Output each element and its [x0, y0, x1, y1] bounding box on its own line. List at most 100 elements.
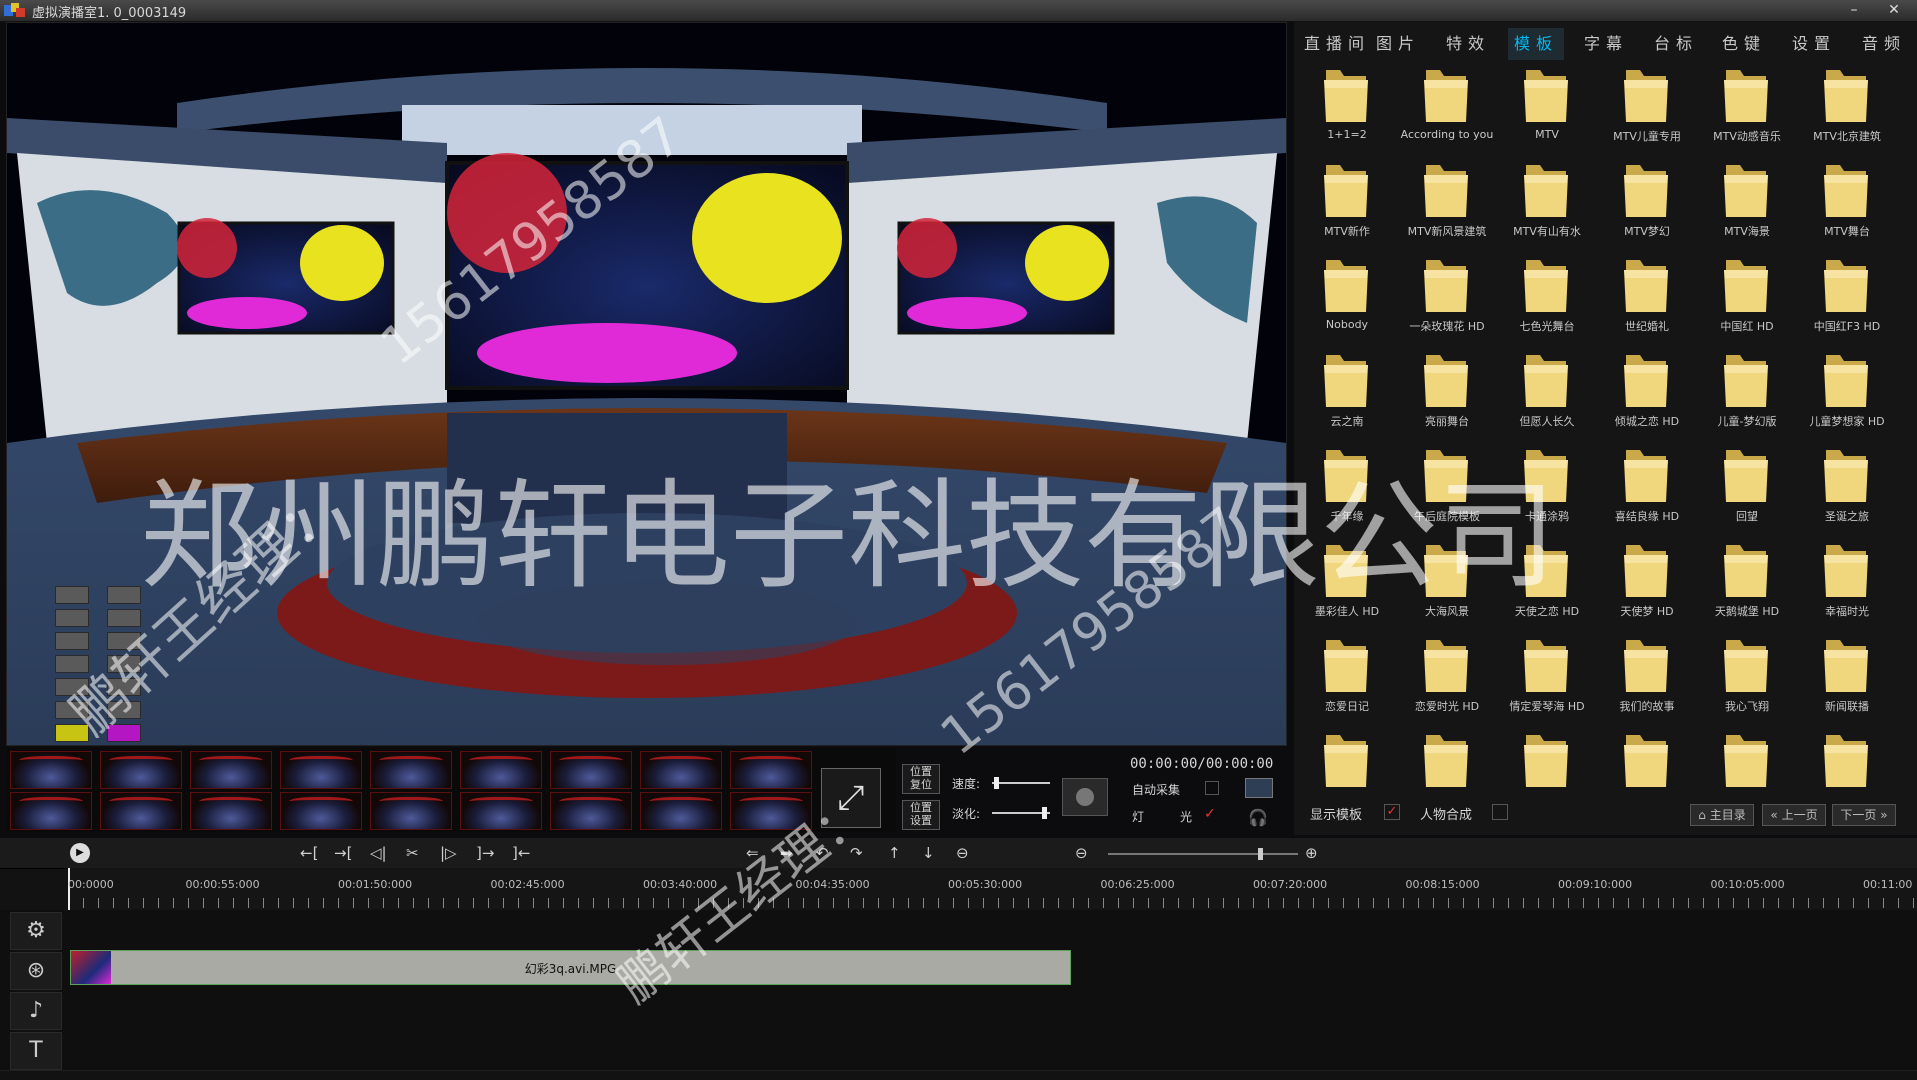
template-folder[interactable]: 但愿人长久: [1498, 347, 1596, 442]
swatch[interactable]: [55, 609, 89, 627]
scene-thumbnail[interactable]: [10, 792, 92, 830]
zoom-slider[interactable]: [1108, 848, 1298, 860]
swatch-magenta[interactable]: [107, 724, 141, 742]
set-in-icon[interactable]: →[: [334, 844, 352, 862]
reset-position-button[interactable]: 位置 复位: [902, 764, 940, 794]
show-template-checkbox[interactable]: ✓: [1384, 804, 1400, 820]
template-folder[interactable]: MTV新作: [1298, 157, 1396, 252]
scene-thumbnail[interactable]: [100, 792, 182, 830]
swatch[interactable]: [55, 678, 89, 696]
template-folder[interactable]: 恋爱时光 HD: [1398, 632, 1496, 727]
template-folder[interactable]: MTV梦幻: [1598, 157, 1696, 252]
tab-audio[interactable]: 音频: [1862, 28, 1906, 60]
delete-icon[interactable]: ⊖: [956, 844, 969, 862]
template-folder[interactable]: 卡通涂鸦: [1498, 442, 1596, 537]
template-folder[interactable]: 墨彩佳人 HD: [1298, 537, 1396, 632]
prev-frame-icon[interactable]: ◁|: [370, 844, 387, 862]
tab-logo[interactable]: 台标: [1654, 28, 1698, 60]
media-clip[interactable]: 幻彩3q.avi.MPG: [70, 950, 1071, 985]
set-position-button[interactable]: 位置 设置: [902, 800, 940, 830]
template-folder[interactable]: 幸福时光: [1798, 537, 1896, 632]
previous-page-button[interactable]: « 上一页: [1762, 804, 1826, 826]
swatch[interactable]: [55, 632, 89, 650]
scene-thumbnail[interactable]: [460, 751, 542, 789]
template-folder[interactable]: 1+1=2: [1298, 62, 1396, 157]
swatch[interactable]: [107, 586, 141, 604]
swatch[interactable]: [55, 586, 89, 604]
tab-chroma-key[interactable]: 色键: [1722, 28, 1766, 60]
template-folder[interactable]: 恋爱日记: [1298, 632, 1396, 727]
move-down-icon[interactable]: ↓: [922, 844, 935, 862]
swatch[interactable]: [55, 701, 89, 719]
tab-effects[interactable]: 特效: [1446, 28, 1490, 60]
time-ruler[interactable]: 00:0000 00:00:55:000 00:01:50:000 00:02:45:…: [68, 868, 1917, 910]
template-folder[interactable]: 世纪婚礼: [1598, 252, 1696, 347]
template-folder[interactable]: 我们的故事: [1598, 632, 1696, 727]
zoom-in-icon[interactable]: ⊕: [1305, 844, 1318, 862]
template-folder[interactable]: MTV舞台: [1798, 157, 1896, 252]
template-folder[interactable]: 一朵玫瑰花 HD: [1398, 252, 1496, 347]
template-folder[interactable]: 圣诞之旅: [1798, 442, 1896, 537]
template-folder[interactable]: 倾城之恋 HD: [1598, 347, 1696, 442]
template-folder[interactable]: 天使梦 HD: [1598, 537, 1696, 632]
template-folder[interactable]: 喜结良缘 HD: [1598, 442, 1696, 537]
template-folder[interactable]: 情定爱琴海 HD: [1498, 632, 1596, 727]
template-folder[interactable]: MTV有山有水: [1498, 157, 1596, 252]
template-folder[interactable]: MTV: [1498, 62, 1596, 157]
next-page-button[interactable]: 下一页 »: [1832, 804, 1896, 826]
template-folder[interactable]: MTV儿童专用: [1598, 62, 1696, 157]
cut-icon[interactable]: ✂: [406, 844, 419, 862]
home-directory-button[interactable]: ⌂ 主目录: [1690, 804, 1754, 826]
mark-out-icon[interactable]: ]←: [512, 844, 530, 862]
template-folder[interactable]: 亮丽舞台: [1398, 347, 1496, 442]
scene-thumbnail[interactable]: [190, 751, 272, 789]
capture-icon[interactable]: [1245, 778, 1273, 798]
template-folder[interactable]: MTV新风景建筑: [1398, 157, 1496, 252]
template-folder[interactable]: 午后庭院模板: [1398, 442, 1496, 537]
template-folder[interactable]: 回望: [1698, 442, 1796, 537]
fade-slider[interactable]: [992, 807, 1050, 819]
headphones-icon[interactable]: 🎧: [1248, 808, 1268, 827]
audio-track[interactable]: [0, 990, 1917, 1031]
scene-thumbnail[interactable]: [280, 751, 362, 789]
template-folder[interactable]: 千年缘: [1298, 442, 1396, 537]
arrow-right-icon[interactable]: ➡: [780, 844, 793, 862]
swatch[interactable]: [107, 701, 141, 719]
template-folder[interactable]: 儿童-梦幻版: [1698, 347, 1796, 442]
swatch[interactable]: [107, 678, 141, 696]
scene-thumbnail[interactable]: [730, 751, 812, 789]
arrow-left-icon[interactable]: ⇐: [746, 844, 759, 862]
light-checkbox-checked-icon[interactable]: ✓: [1204, 807, 1216, 821]
swatch-yellow[interactable]: [55, 724, 89, 742]
mark-in-icon[interactable]: ←[: [300, 844, 318, 862]
scene-thumbnail[interactable]: [370, 792, 452, 830]
play-icon[interactable]: ▶: [70, 843, 90, 863]
scene-thumbnail[interactable]: [640, 792, 722, 830]
template-folder[interactable]: 大海风景: [1398, 537, 1496, 632]
move-up-icon[interactable]: ↑: [888, 844, 901, 862]
scene-thumbnail[interactable]: [100, 751, 182, 789]
template-folder[interactable]: 天使之恋 HD: [1498, 537, 1596, 632]
scene-thumbnail[interactable]: [370, 751, 452, 789]
fullscreen-icon[interactable]: ⤢: [821, 768, 881, 828]
scene-thumbnail[interactable]: [640, 751, 722, 789]
scene-thumbnail[interactable]: [550, 792, 632, 830]
speed-slider[interactable]: [992, 777, 1050, 789]
template-folder[interactable]: 中国红 HD: [1698, 252, 1796, 347]
set-out-icon[interactable]: ]→: [476, 844, 494, 862]
template-folder[interactable]: 云之南: [1298, 347, 1396, 442]
video-track-1[interactable]: [0, 910, 1917, 951]
undo-icon[interactable]: ↶: [816, 844, 829, 862]
template-folder[interactable]: 七色光舞台: [1498, 252, 1596, 347]
template-folder[interactable]: 我心飞翔: [1698, 632, 1796, 727]
record-button[interactable]: [1062, 778, 1108, 816]
tab-images[interactable]: 图片: [1376, 28, 1420, 60]
close-button[interactable]: ✕: [1877, 1, 1911, 20]
scene-thumbnail[interactable]: [460, 792, 542, 830]
auto-capture-checkbox[interactable]: [1205, 781, 1219, 795]
swatch[interactable]: [55, 655, 89, 673]
swatch[interactable]: [107, 655, 141, 673]
template-folder[interactable]: According to you: [1398, 62, 1496, 157]
redo-icon[interactable]: ↷: [850, 844, 863, 862]
text-track[interactable]: [0, 1030, 1917, 1071]
